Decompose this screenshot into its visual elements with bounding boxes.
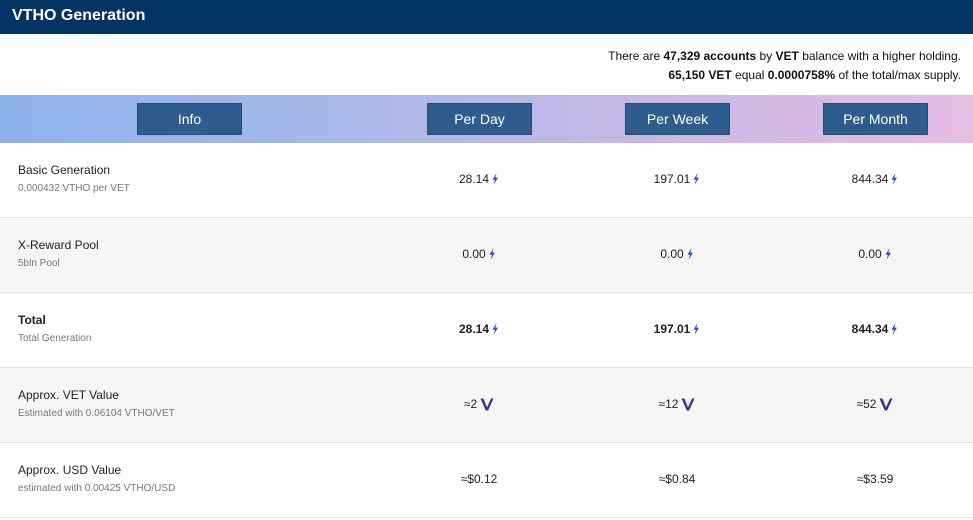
per-week-value: 197.01 <box>607 172 747 186</box>
summary-text: balance with a higher holding. <box>798 49 961 63</box>
value-text: 0.00 <box>858 247 882 261</box>
per-day-column-button[interactable]: Per Day <box>427 103 532 135</box>
vtho-bolt-icon <box>891 323 898 335</box>
vet-logo-icon <box>681 398 695 410</box>
vtho-bolt-icon <box>693 323 700 335</box>
vtho-bolt-icon <box>891 173 898 185</box>
summary-text: of the total/max supply. <box>835 68 961 82</box>
value-text: 197.01 <box>653 172 691 186</box>
value-text: 197.01 <box>653 322 691 336</box>
value-text: ≈12 <box>658 397 679 411</box>
value-text: 28.14 <box>458 322 490 336</box>
table-row: Approx. USD Value estimated with 0.00425… <box>0 443 973 518</box>
per-day-value: ≈$0.12 <box>409 472 549 486</box>
value-text: 844.34 <box>851 172 889 186</box>
row-label: Approx. VET Value <box>18 388 119 402</box>
row-label: Basic Generation <box>18 163 111 177</box>
table-row: Total Total Generation 28.14 197.01 844.… <box>0 293 973 368</box>
per-month-value: ≈$3.59 <box>805 472 945 486</box>
per-day-value: 28.14 <box>409 322 549 336</box>
summary-line-1: There are 47,329 accounts by VET balance… <box>0 47 961 66</box>
table-header: Info Per Day Per Week Per Month <box>0 95 973 143</box>
value-text: 844.34 <box>851 322 889 336</box>
value-text: 28.14 <box>458 172 490 186</box>
accounts-count: 47,329 accounts <box>663 49 757 63</box>
vet-logo-icon <box>480 398 494 410</box>
row-label: Total <box>18 313 46 327</box>
value-text: ≈$0.12 <box>460 472 498 486</box>
table-row: Basic Generation 0,000432 VTHO per VET 2… <box>0 143 973 218</box>
value-text: ≈$0.84 <box>658 472 696 486</box>
per-week-value: 197.01 <box>607 322 747 336</box>
vtho-bolt-icon <box>693 173 700 185</box>
per-day-value: 28.14 <box>409 172 549 186</box>
value-text: 0.00 <box>660 247 684 261</box>
vtho-bolt-icon <box>489 248 495 260</box>
holding-summary: There are 47,329 accounts by VET balance… <box>0 34 973 95</box>
per-week-value: ≈12 <box>607 397 747 411</box>
summary-line-2: 65,150 VET equal 0.0000758% of the total… <box>0 66 961 85</box>
per-month-value: 844.34 <box>805 322 945 336</box>
vtho-bolt-icon <box>885 248 891 260</box>
info-column-button[interactable]: Info <box>137 103 242 135</box>
summary-text: There are <box>608 49 664 63</box>
row-sublabel: Estimated with 0.06104 VTHO/VET <box>18 408 175 419</box>
page-title: VTHO Generation <box>0 0 973 34</box>
value-text: 0.00 <box>462 247 486 261</box>
row-sublabel: 5bln Pool <box>18 258 60 269</box>
table-row: Approx. VET Value Estimated with 0.06104… <box>0 368 973 443</box>
value-text: ≈2 <box>463 397 478 411</box>
per-week-value: ≈$0.84 <box>607 472 747 486</box>
vet-amount: 65,150 VET <box>668 68 732 82</box>
supply-percent: 0.0000758% <box>767 68 836 82</box>
per-month-value: 0.00 <box>805 247 945 261</box>
summary-text: by <box>756 49 776 63</box>
vtho-bolt-icon <box>492 323 499 335</box>
row-label: Approx. USD Value <box>18 463 122 477</box>
vet-logo-icon <box>879 398 893 410</box>
row-sublabel: Total Generation <box>18 333 92 344</box>
per-day-value: 0.00 <box>409 247 549 261</box>
vet-label: VET <box>775 49 799 63</box>
per-week-column-button[interactable]: Per Week <box>625 103 730 135</box>
value-text: ≈$3.59 <box>856 472 894 486</box>
summary-text: equal <box>731 68 768 82</box>
table-row: X-Reward Pool 5bln Pool 0.00 0.00 0.00 <box>0 218 973 293</box>
per-day-value: ≈2 <box>409 397 549 411</box>
per-month-value: 844.34 <box>805 172 945 186</box>
per-month-column-button[interactable]: Per Month <box>823 103 928 135</box>
per-month-value: ≈52 <box>805 397 945 411</box>
value-text: ≈52 <box>856 397 877 411</box>
row-sublabel: 0,000432 VTHO per VET <box>18 183 130 194</box>
vtho-bolt-icon <box>492 173 499 185</box>
row-sublabel: estimated with 0.00425 VTHO/USD <box>18 483 176 494</box>
row-label: X-Reward Pool <box>18 238 99 252</box>
per-week-value: 0.00 <box>607 247 747 261</box>
vtho-bolt-icon <box>687 248 693 260</box>
